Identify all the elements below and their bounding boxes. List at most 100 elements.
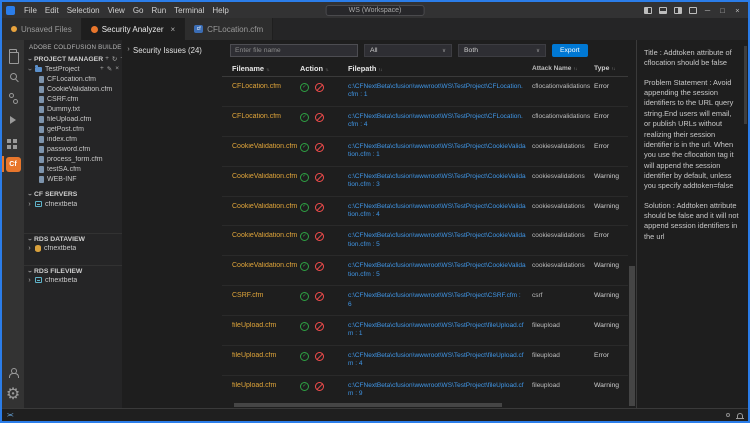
scrollbar-thumb[interactable] [629,266,635,406]
account-icon[interactable] [2,362,24,382]
accept-fix-icon[interactable]: ✓ [300,292,309,301]
cf-servers-header[interactable]: › CF SERVERS [24,189,122,199]
add-project-icon[interactable]: + [105,55,109,63]
command-center[interactable]: WS (Workspace) [326,5,425,16]
toggle-panel-icon[interactable] [656,2,669,18]
issue-row[interactable]: fileUpload.cfm ✓ c:\CFNextBeta\cfusion\w… [222,346,628,376]
delete-icon[interactable]: × [115,65,119,73]
issue-filepath-link[interactable]: c:\CFNextBeta\cfusion\wwwroot\WS\TestPro… [348,173,532,190]
rds-fileview-header[interactable]: › RDS FILEVIEW [24,265,122,275]
ignore-issue-icon[interactable] [315,232,324,241]
column-header-type[interactable]: Type↑↓ [594,65,626,72]
close-window-button[interactable]: × [731,2,744,18]
explorer-icon[interactable] [2,44,24,64]
column-header-filename[interactable]: Filename↑↓ [222,64,300,73]
menu-item[interactable]: Terminal [170,6,208,15]
accept-fix-icon[interactable]: ✓ [300,143,309,152]
accept-fix-icon[interactable]: ✓ [300,203,309,212]
refresh-icon[interactable]: ↻ [112,55,117,63]
menu-item[interactable]: View [104,6,129,15]
column-header-filepath[interactable]: Filepath↑↓ [348,64,532,73]
ignore-issue-icon[interactable] [315,113,324,122]
file-name-filter-input[interactable] [230,44,358,57]
issue-row[interactable]: CookieValidation.cfm ✓ c:\CFNextBeta\cfu… [222,137,628,167]
tree-item-file[interactable]: WEB-INF [24,174,122,184]
export-button[interactable]: Export [552,44,588,57]
ignore-issue-icon[interactable] [315,322,324,331]
issue-filepath-link[interactable]: c:\CFNextBeta\cfusion\wwwroot\WS\TestPro… [348,322,532,339]
toggle-secondary-sidebar-icon[interactable] [671,2,684,18]
tree-item-file[interactable]: CFLocation.cfm [24,74,122,84]
severity-select[interactable]: Both ∨ [458,44,546,57]
sort-icon[interactable]: ↑↓ [611,66,615,71]
accept-fix-icon[interactable]: ✓ [300,83,309,92]
menu-item[interactable]: File [20,6,41,15]
ignore-issue-icon[interactable] [315,173,324,182]
issue-row[interactable]: CookieValidation.cfm ✓ c:\CFNextBeta\cfu… [222,226,628,256]
sort-icon[interactable]: ↑↓ [573,66,577,71]
issue-filepath-link[interactable]: c:\CFNextBeta\cfusion\wwwroot\WS\TestPro… [348,113,532,130]
status-item-icon[interactable] [726,413,730,417]
vertical-scrollbar[interactable] [628,40,636,408]
ignore-issue-icon[interactable] [315,352,324,361]
issue-filepath-link[interactable]: c:\CFNextBeta\cfusion\wwwroot\WS\TestPro… [348,232,532,249]
issue-row[interactable]: CFLocation.cfm ✓ c:\CFNextBeta\cfusion\w… [222,107,628,137]
menu-item[interactable]: Run [147,6,170,15]
new-file-icon[interactable]: + [100,65,104,73]
sort-icon[interactable]: ↑↓ [378,67,382,72]
accept-fix-icon[interactable]: ✓ [300,173,309,182]
remote-indicator-icon[interactable]: >< [7,412,13,419]
tree-item-file[interactable]: getPost.cfm [24,124,122,134]
tree-item-file[interactable]: password.cfm [24,144,122,154]
issue-filepath-link[interactable]: c:\CFNextBeta\cfusion\wwwroot\WS\TestPro… [348,83,532,100]
ignore-issue-icon[interactable] [315,382,324,391]
source-control-icon[interactable] [2,88,24,108]
issue-row[interactable]: CookieValidation.cfm ✓ c:\CFNextBeta\cfu… [222,197,628,227]
customize-layout-icon[interactable] [686,2,699,18]
tree-item-file[interactable]: testSA.cfm [24,164,122,174]
toggle-sidebar-icon[interactable] [641,2,654,18]
ignore-issue-icon[interactable] [315,83,324,92]
issue-row[interactable]: CFLocation.cfm ✓ c:\CFNextBeta\cfusion\w… [222,77,628,107]
issue-filepath-link[interactable]: c:\CFNextBeta\cfusion\wwwroot\WS\TestPro… [348,382,532,399]
tree-item-file[interactable]: Dummy.txt [24,104,122,114]
search-icon[interactable] [2,66,24,86]
horizontal-scrollbar[interactable] [222,402,628,408]
menu-item[interactable]: Go [129,6,148,15]
settings-gear-icon[interactable]: ⚙ [2,384,24,404]
column-header-action[interactable]: Action↑↓ [300,64,348,73]
tree-item-cf-server[interactable]: › cfnextbeta [24,199,122,209]
attack-type-select[interactable]: All ∨ [364,44,452,57]
rds-dataview-header[interactable]: › RDS DATAVIEW [24,233,122,243]
issue-row[interactable]: CookieValidation.cfm ✓ c:\CFNextBeta\cfu… [222,256,628,286]
accept-fix-icon[interactable]: ✓ [300,113,309,122]
tree-item-file[interactable]: index.cfm [24,134,122,144]
ignore-issue-icon[interactable] [315,292,324,301]
menu-item[interactable]: Selection [63,6,104,15]
tree-item-file[interactable]: CookieValidation.cfm [24,84,122,94]
accept-fix-icon[interactable]: ✓ [300,262,309,271]
accept-fix-icon[interactable]: ✓ [300,232,309,241]
tree-item-project[interactable]: › TestProject + ✎ × [24,64,122,74]
minimize-button[interactable]: ─ [701,2,714,18]
security-issues-header[interactable]: › Security Issues (24) [122,40,222,408]
tree-item-file[interactable]: fileUpload.cfm [24,114,122,124]
accept-fix-icon[interactable]: ✓ [300,352,309,361]
accept-fix-icon[interactable]: ✓ [300,382,309,391]
ignore-issue-icon[interactable] [315,143,324,152]
issue-row[interactable]: CookieValidation.cfm ✓ c:\CFNextBeta\cfu… [222,167,628,197]
run-debug-icon[interactable] [2,110,24,130]
issue-row[interactable]: fileUpload.cfm ✓ c:\CFNextBeta\cfusion\w… [222,316,628,346]
ignore-issue-icon[interactable] [315,262,324,271]
tab-unsaved-files[interactable]: Unsaved Files [2,18,82,40]
tree-item-rds-fileview[interactable]: › cfnextbeta [24,275,122,285]
maximize-button[interactable]: □ [716,2,729,18]
sort-icon[interactable]: ↑↓ [325,67,329,72]
scrollbar-thumb[interactable] [234,403,502,407]
sort-icon[interactable]: ↑↓ [266,67,270,72]
issue-filepath-link[interactable]: c:\CFNextBeta\cfusion\wwwroot\WS\TestPro… [348,352,532,369]
tree-item-rds-dataview[interactable]: › cfnextbeta [24,243,122,253]
notifications-bell-icon[interactable] [737,413,743,418]
tree-item-file[interactable]: process_form.cfm [24,154,122,164]
issue-filepath-link[interactable]: c:\CFNextBeta\cfusion\wwwroot\WS\TestPro… [348,292,532,309]
